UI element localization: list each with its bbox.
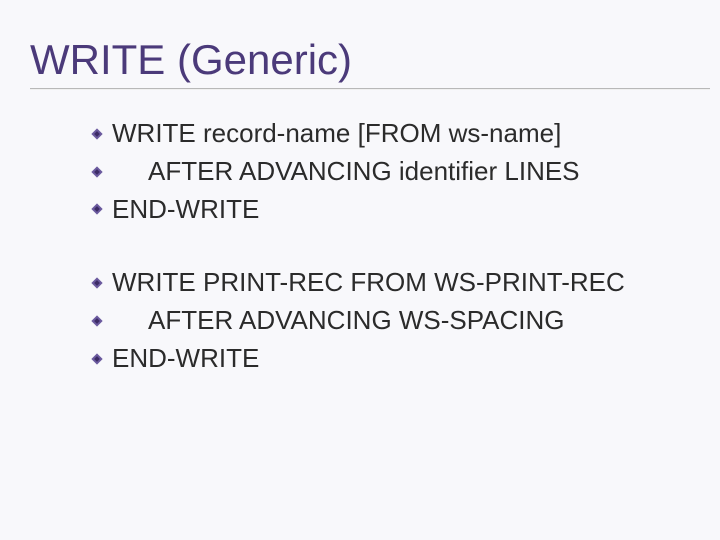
bullet-item: END-WRITE [90, 342, 690, 376]
slide-title: WRITE (Generic) [30, 36, 690, 84]
diamond-bullet-icon [90, 276, 104, 290]
bullet-text: END-WRITE [112, 193, 259, 227]
bullet-item: WRITE record-name [FROM ws-name] [90, 117, 690, 151]
title-underline [30, 88, 710, 89]
bullet-text: WRITE record-name [FROM ws-name] [112, 117, 561, 151]
slide-content: WRITE record-name [FROM ws-name] AFTER A… [30, 117, 690, 376]
bullet-text: AFTER ADVANCING identifier LINES [112, 155, 580, 189]
diamond-bullet-icon [90, 314, 104, 328]
group-separator [90, 230, 690, 266]
bullet-text: WRITE PRINT-REC FROM WS-PRINT-REC [112, 266, 625, 300]
bullet-item: WRITE PRINT-REC FROM WS-PRINT-REC [90, 266, 690, 300]
bullet-item: AFTER ADVANCING WS-SPACING [90, 304, 690, 338]
bullet-text: AFTER ADVANCING WS-SPACING [112, 304, 565, 338]
slide: WRITE (Generic) WRITE record-name [FROM … [0, 0, 720, 540]
diamond-bullet-icon [90, 165, 104, 179]
bullet-item: AFTER ADVANCING identifier LINES [90, 155, 690, 189]
diamond-bullet-icon [90, 352, 104, 366]
bullet-item: END-WRITE [90, 193, 690, 227]
diamond-bullet-icon [90, 127, 104, 141]
diamond-bullet-icon [90, 202, 104, 216]
bullet-text: END-WRITE [112, 342, 259, 376]
